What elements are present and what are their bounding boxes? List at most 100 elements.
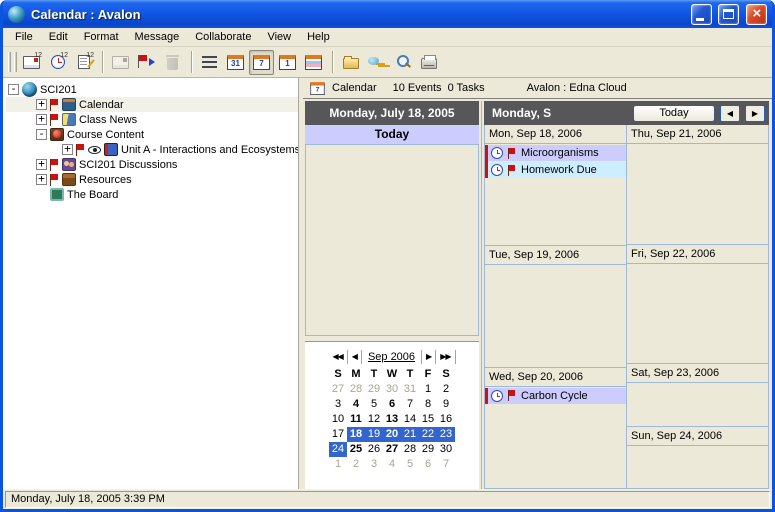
menu-help[interactable]: Help <box>299 29 338 45</box>
tree-item-resources[interactable]: +Resources <box>6 172 298 187</box>
minical-day[interactable]: 23 <box>437 427 455 442</box>
agenda-view-button[interactable] <box>197 50 222 75</box>
minical-day[interactable]: 28 <box>347 382 365 397</box>
minical-day[interactable]: 31 <box>401 382 419 397</box>
permissions-button[interactable] <box>364 50 389 75</box>
minical-day[interactable]: 3 <box>365 457 383 472</box>
minical-day[interactable]: 7 <box>437 457 455 472</box>
minical-day[interactable]: 14 <box>401 412 419 427</box>
new-event-button[interactable]: 12 <box>19 50 44 75</box>
today-banner[interactable]: Today <box>305 125 479 144</box>
print-button[interactable] <box>416 50 441 75</box>
minical-day[interactable]: 7 <box>401 397 419 412</box>
toolbar-grip[interactable] <box>14 52 17 72</box>
minical-day[interactable]: 5 <box>401 457 419 472</box>
minical-day[interactable]: 4 <box>347 397 365 412</box>
next-year-button[interactable]: ▶▶ <box>436 350 455 364</box>
tree-expander[interactable]: - <box>8 84 19 95</box>
event-microorganisms[interactable]: Microorganisms <box>488 145 626 161</box>
minical-day[interactable]: 17 <box>329 427 347 442</box>
search-button[interactable] <box>390 50 415 75</box>
day-cell-tue[interactable] <box>485 264 626 367</box>
minical-day[interactable]: 26 <box>365 442 383 457</box>
minical-day[interactable]: 6 <box>383 397 401 412</box>
minical-day[interactable]: 12 <box>365 412 383 427</box>
next-month-button[interactable]: ▶ <box>422 350 436 364</box>
tree-expander[interactable]: + <box>36 159 47 170</box>
next-week-button[interactable]: ▶ <box>745 105 765 122</box>
day-cell-sun[interactable] <box>627 445 768 489</box>
menu-edit[interactable]: Edit <box>41 29 76 45</box>
title-bar[interactable]: Calendar : Avalon × <box>3 0 772 28</box>
month-label-link[interactable]: Sep 2006 <box>362 350 422 364</box>
event-carbon-cycle[interactable]: Carbon Cycle <box>488 388 626 404</box>
minical-day[interactable]: 8 <box>419 397 437 412</box>
minical-day[interactable]: 1 <box>329 457 347 472</box>
minical-day[interactable]: 1 <box>419 382 437 397</box>
minical-day[interactable]: 24 <box>329 442 347 457</box>
minical-day[interactable]: 2 <box>437 382 455 397</box>
new-task-button[interactable]: 12 <box>45 50 70 75</box>
minical-day[interactable]: 9 <box>437 397 455 412</box>
minical-day[interactable]: 29 <box>419 442 437 457</box>
minical-day[interactable]: 28 <box>401 442 419 457</box>
minical-day[interactable]: 16 <box>437 412 455 427</box>
menu-view[interactable]: View <box>259 29 299 45</box>
minical-day[interactable]: 11 <box>347 412 365 427</box>
minical-day[interactable]: 30 <box>383 382 401 397</box>
minical-day[interactable]: 10 <box>329 412 347 427</box>
menu-format[interactable]: Format <box>76 29 127 45</box>
day-cell-fri[interactable] <box>627 263 768 365</box>
toolbar-grip[interactable] <box>8 52 11 72</box>
tree-expander[interactable]: - <box>36 129 47 140</box>
tree-item-course-content[interactable]: -Course Content <box>6 127 298 142</box>
minical-day[interactable]: 25 <box>347 442 365 457</box>
day-cell-wed[interactable]: Carbon Cycle <box>485 386 626 489</box>
folder-up-button[interactable] <box>338 50 363 75</box>
day-cell-thu[interactable] <box>627 143 768 245</box>
minical-day[interactable]: 21 <box>401 427 419 442</box>
minical-day[interactable]: 27 <box>329 382 347 397</box>
minical-day[interactable]: 20 <box>383 427 401 442</box>
minical-day[interactable]: 29 <box>365 382 383 397</box>
tree-item-unit-a-interactions-and-ecosystems[interactable]: +Unit A - Interactions and Ecosystems <box>6 142 298 157</box>
menu-collaborate[interactable]: Collaborate <box>187 29 259 45</box>
tree-item-the-board[interactable]: The Board <box>6 187 298 202</box>
minical-day[interactable]: 4 <box>383 457 401 472</box>
tree-expander[interactable]: + <box>36 99 47 110</box>
minical-day[interactable]: 22 <box>419 427 437 442</box>
day-cell-sat[interactable] <box>627 382 768 426</box>
tree-item-sci201[interactable]: -SCI201 <box>6 82 298 97</box>
tree-item-class-news[interactable]: +Class News <box>6 112 298 127</box>
event-homework-due[interactable]: Homework Due <box>488 162 626 178</box>
minimize-button[interactable] <box>691 4 712 25</box>
minical-day[interactable]: 18 <box>347 427 365 442</box>
minical-day[interactable]: 30 <box>437 442 455 457</box>
month-view-button[interactable]: 31 <box>223 50 248 75</box>
today-button[interactable]: Today <box>633 105 715 122</box>
tree-expander[interactable]: + <box>62 144 73 155</box>
minical-day[interactable]: 2 <box>347 457 365 472</box>
flag-item-button[interactable] <box>134 50 159 75</box>
day-cell-mon[interactable]: MicroorganismsHomework Due <box>485 143 626 246</box>
prev-month-button[interactable]: ◀ <box>348 350 362 364</box>
close-button[interactable]: × <box>746 4 767 25</box>
week-view-button[interactable]: 7 <box>249 50 274 75</box>
minical-day[interactable]: 27 <box>383 442 401 457</box>
menu-message[interactable]: Message <box>127 29 188 45</box>
minical-day[interactable]: 6 <box>419 457 437 472</box>
minical-day[interactable]: 3 <box>329 397 347 412</box>
tree-item-calendar[interactable]: +Calendar <box>6 97 298 112</box>
multiweek-view-button[interactable] <box>301 50 326 75</box>
minical-day[interactable]: 13 <box>383 412 401 427</box>
menu-file[interactable]: File <box>7 29 41 45</box>
day-events-area[interactable] <box>305 144 479 336</box>
tree-item-sci201-discussions[interactable]: +SCI201 Discussions <box>6 157 298 172</box>
tree-expander[interactable]: + <box>36 114 47 125</box>
prev-week-button[interactable]: ◀ <box>720 105 740 122</box>
prev-year-button[interactable]: ◀◀ <box>328 350 347 364</box>
tree-expander[interactable]: + <box>36 174 47 185</box>
minical-day[interactable]: 5 <box>365 397 383 412</box>
minical-day[interactable]: 15 <box>419 412 437 427</box>
day-view-button[interactable]: 1 <box>275 50 300 75</box>
